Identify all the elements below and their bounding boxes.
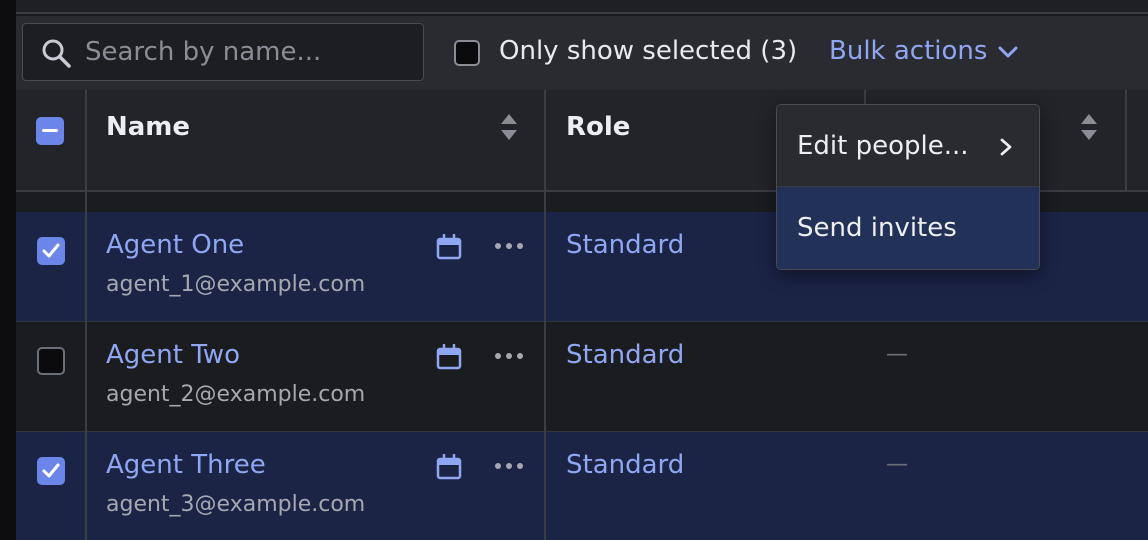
select-all-checkbox[interactable] <box>36 117 64 145</box>
calendar-icon[interactable] <box>436 234 462 260</box>
sort-icon[interactable] <box>500 112 518 142</box>
column-divider <box>85 90 87 540</box>
role-link[interactable]: Standard <box>566 230 684 260</box>
agent-email: agent_1@example.com <box>106 272 366 297</box>
menu-item-label: Edit people... <box>797 131 969 161</box>
left-rail <box>0 0 16 540</box>
bulk-actions-menu: Edit people... Send invites <box>776 104 1040 270</box>
chevron-down-icon[interactable] <box>997 44 1019 60</box>
column-divider <box>544 90 546 540</box>
row-checkbox[interactable] <box>37 237 65 265</box>
calendar-icon[interactable] <box>436 344 462 370</box>
agent-name-link[interactable]: Agent One <box>106 230 244 260</box>
role-link[interactable]: Standard <box>566 340 684 370</box>
menu-item-send-invites[interactable]: Send invites <box>777 187 1039 269</box>
table-row[interactable]: Agent Three agent_3@example.com Standard… <box>16 432 1148 540</box>
only-show-selected-label[interactable]: Only show selected (3) <box>499 36 797 66</box>
third-column-value: — <box>886 452 908 477</box>
menu-item-label: Send invites <box>797 213 957 243</box>
top-strip <box>16 0 1148 14</box>
menu-item-edit-people[interactable]: Edit people... <box>777 105 1039 187</box>
search-input[interactable] <box>85 34 415 70</box>
chevron-right-icon <box>1000 138 1012 156</box>
agent-name-link[interactable]: Agent Two <box>106 340 240 370</box>
table-row[interactable]: Agent Two agent_2@example.com Standard — <box>16 322 1148 432</box>
row-checkbox[interactable] <box>37 457 65 485</box>
search-box[interactable] <box>22 23 424 81</box>
sort-icon[interactable] <box>1080 112 1098 142</box>
agent-email: agent_2@example.com <box>106 382 366 407</box>
row-checkbox[interactable] <box>37 347 65 375</box>
third-column-value: — <box>886 342 908 367</box>
checkmark-icon <box>42 463 60 478</box>
only-show-selected-checkbox[interactable] <box>454 40 480 66</box>
more-horizontal-icon[interactable] <box>494 242 524 250</box>
search-icon <box>42 39 71 68</box>
more-horizontal-icon[interactable] <box>494 462 524 470</box>
calendar-icon[interactable] <box>436 454 462 480</box>
column-divider <box>1125 90 1127 192</box>
role-link[interactable]: Standard <box>566 450 684 480</box>
agent-email: agent_3@example.com <box>106 492 366 517</box>
table-toolbar: Only show selected (3) Bulk actions <box>16 16 1148 90</box>
checkmark-icon <box>42 243 60 258</box>
bulk-actions-button[interactable]: Bulk actions <box>829 36 987 66</box>
agent-name-link[interactable]: Agent Three <box>106 450 266 480</box>
column-header-name[interactable]: Name <box>106 112 190 142</box>
more-horizontal-icon[interactable] <box>494 352 524 360</box>
column-header-role[interactable]: Role <box>566 112 630 142</box>
